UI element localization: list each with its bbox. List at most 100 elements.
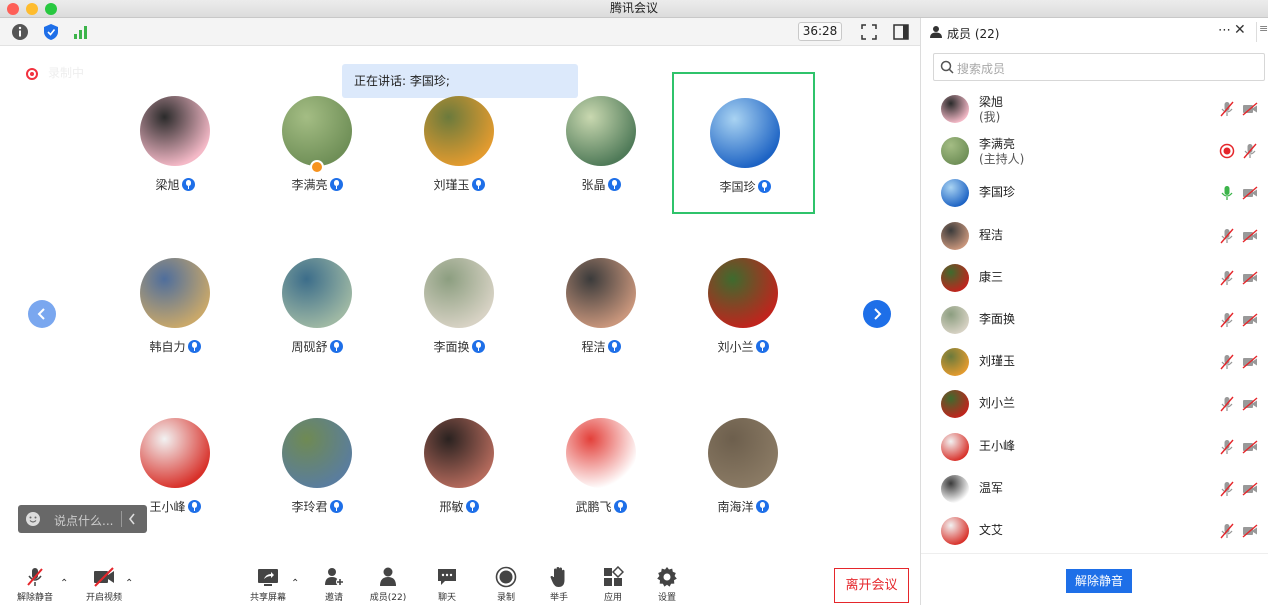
member-avatar <box>941 348 969 377</box>
invite-button[interactable]: 邀请 <box>309 566 359 603</box>
member-row[interactable]: 李满亮 (主持人) <box>921 130 1268 172</box>
member-row[interactable]: 康三 <box>921 257 1268 299</box>
settings-label: 设置 <box>657 593 676 603</box>
mic-status-icon <box>471 340 485 353</box>
member-search-input[interactable]: 搜索成员 <box>933 53 1265 81</box>
mic-muted-icon[interactable] <box>1219 523 1235 539</box>
close-icon[interactable]: ✕ <box>1234 22 1246 38</box>
search-icon <box>940 60 954 74</box>
fullscreen-icon[interactable] <box>860 23 878 41</box>
unmute-button[interactable]: 解除静音 <box>10 566 60 603</box>
participant-tile[interactable]: 程洁 <box>530 234 672 374</box>
info-icon[interactable] <box>11 23 29 41</box>
zoom-window-button[interactable] <box>45 3 57 15</box>
participant-tile[interactable]: 李满亮 <box>246 72 388 212</box>
more-options-icon[interactable]: ⋯ <box>1218 23 1231 38</box>
apps-button[interactable]: 应用 <box>588 566 638 603</box>
meeting-toolbar: 36:28 <box>0 18 920 46</box>
participant-tile[interactable]: 周砚舒 <box>246 234 388 374</box>
members-icon <box>380 567 396 586</box>
next-page-button[interactable] <box>863 300 891 328</box>
member-row[interactable]: 王小峰 <box>921 426 1268 468</box>
member-role: (主持人) <box>979 152 1025 167</box>
mic-muted-icon[interactable] <box>1219 101 1235 117</box>
camera-off-icon[interactable] <box>1242 523 1258 539</box>
video-options-chevron-icon[interactable]: ⌃ <box>125 578 133 589</box>
settings-button[interactable]: 设置 <box>642 566 692 603</box>
member-row[interactable]: 程洁 <box>921 215 1268 257</box>
member-row[interactable]: 刘小兰 <box>921 383 1268 425</box>
camera-off-icon[interactable] <box>1242 101 1258 117</box>
camera-off-icon[interactable] <box>1242 396 1258 412</box>
participant-tile[interactable]: 南海洋 <box>672 394 814 534</box>
mic-active-icon[interactable] <box>1219 185 1235 201</box>
member-row[interactable]: 梁旭 (我) <box>921 88 1268 130</box>
share-options-chevron-icon[interactable]: ⌃ <box>291 578 299 589</box>
gear-icon <box>657 567 677 587</box>
mic-muted-icon[interactable] <box>1242 143 1258 159</box>
member-row[interactable]: 刘瑾玉 <box>921 341 1268 383</box>
leave-meeting-button[interactable]: 离开会议 <box>834 568 909 603</box>
share-screen-label: 共享屏幕 <box>249 593 286 603</box>
member-row[interactable]: 李面换 <box>921 299 1268 341</box>
mic-muted-icon[interactable] <box>1219 228 1235 244</box>
camera-off-icon[interactable] <box>1242 185 1258 201</box>
start-video-button[interactable]: 开启视频 <box>79 566 129 603</box>
signal-icon[interactable] <box>72 23 90 41</box>
participant-tile[interactable]: 李玲君 <box>246 394 388 534</box>
participant-tile[interactable]: 梁旭 <box>104 72 246 212</box>
mic-status-icon <box>607 340 621 353</box>
participant-tile[interactable]: 李国珍 <box>672 72 815 214</box>
participant-avatar <box>424 418 494 488</box>
shield-icon[interactable] <box>42 23 60 41</box>
mic-muted-icon[interactable] <box>1219 481 1235 497</box>
mic-muted-icon[interactable] <box>1219 312 1235 328</box>
panel-menu-icon[interactable]: ≡ <box>1256 22 1268 42</box>
participant-avatar <box>566 418 636 488</box>
participant-avatar <box>424 258 494 328</box>
camera-off-icon[interactable] <box>1242 270 1258 286</box>
participant-tile[interactable]: 李面换 <box>388 234 530 374</box>
participant-tile[interactable]: 武鹏飞 <box>530 394 672 534</box>
participant-tile[interactable]: 刘小兰 <box>672 234 814 374</box>
participant-name: 程洁 <box>530 338 672 355</box>
close-window-button[interactable] <box>7 3 19 15</box>
minimize-window-button[interactable] <box>26 3 38 15</box>
participant-tile[interactable]: 刘瑾玉 <box>388 72 530 212</box>
participant-avatar <box>282 96 352 166</box>
participant-name-text: 李玲君 <box>291 500 328 514</box>
member-row[interactable]: 温军 <box>921 468 1268 510</box>
share-screen-button[interactable]: 共享屏幕 <box>243 566 293 603</box>
participant-tile[interactable]: 韩自力 <box>104 234 246 374</box>
member-row[interactable]: 文艾 <box>921 510 1268 552</box>
participant-name: 刘小兰 <box>672 338 814 355</box>
chevron-left-icon[interactable] <box>128 513 136 525</box>
mic-muted-icon[interactable] <box>1219 396 1235 412</box>
chat-button[interactable]: 聊天 <box>422 566 472 603</box>
mic-muted-icon[interactable] <box>1219 270 1235 286</box>
unmute-all-button[interactable]: 解除静音 <box>1066 569 1132 593</box>
participant-tile[interactable]: 张晶 <box>530 72 672 212</box>
camera-off-icon[interactable] <box>1242 228 1258 244</box>
sidebar-toggle-icon[interactable] <box>892 23 910 41</box>
record-button[interactable]: 录制 <box>481 566 531 603</box>
camera-off-icon[interactable] <box>1242 481 1258 497</box>
participant-name: 张晶 <box>530 176 672 193</box>
previous-page-button[interactable] <box>28 300 56 328</box>
members-button[interactable]: 成员(22) <box>363 566 413 603</box>
participant-tile[interactable]: 邢敏 <box>388 394 530 534</box>
participant-name-text: 韩自力 <box>149 340 186 354</box>
raise-hand-label: 举手 <box>549 593 568 603</box>
camera-off-icon[interactable] <box>1242 354 1258 370</box>
camera-off-icon[interactable] <box>1242 312 1258 328</box>
mic-muted-icon[interactable] <box>1219 354 1235 370</box>
chat-collapse-divider <box>121 511 122 527</box>
raise-hand-button[interactable]: 举手 <box>534 566 584 603</box>
member-row[interactable]: 李国珍 <box>921 172 1268 214</box>
chat-quick-input[interactable]: 说点什么... <box>18 505 147 533</box>
camera-off-icon[interactable] <box>1242 439 1258 455</box>
emoji-icon[interactable] <box>25 511 41 527</box>
audio-options-chevron-icon[interactable]: ⌃ <box>60 578 68 589</box>
mic-muted-icon[interactable] <box>1219 439 1235 455</box>
apps-label: 应用 <box>603 593 622 603</box>
